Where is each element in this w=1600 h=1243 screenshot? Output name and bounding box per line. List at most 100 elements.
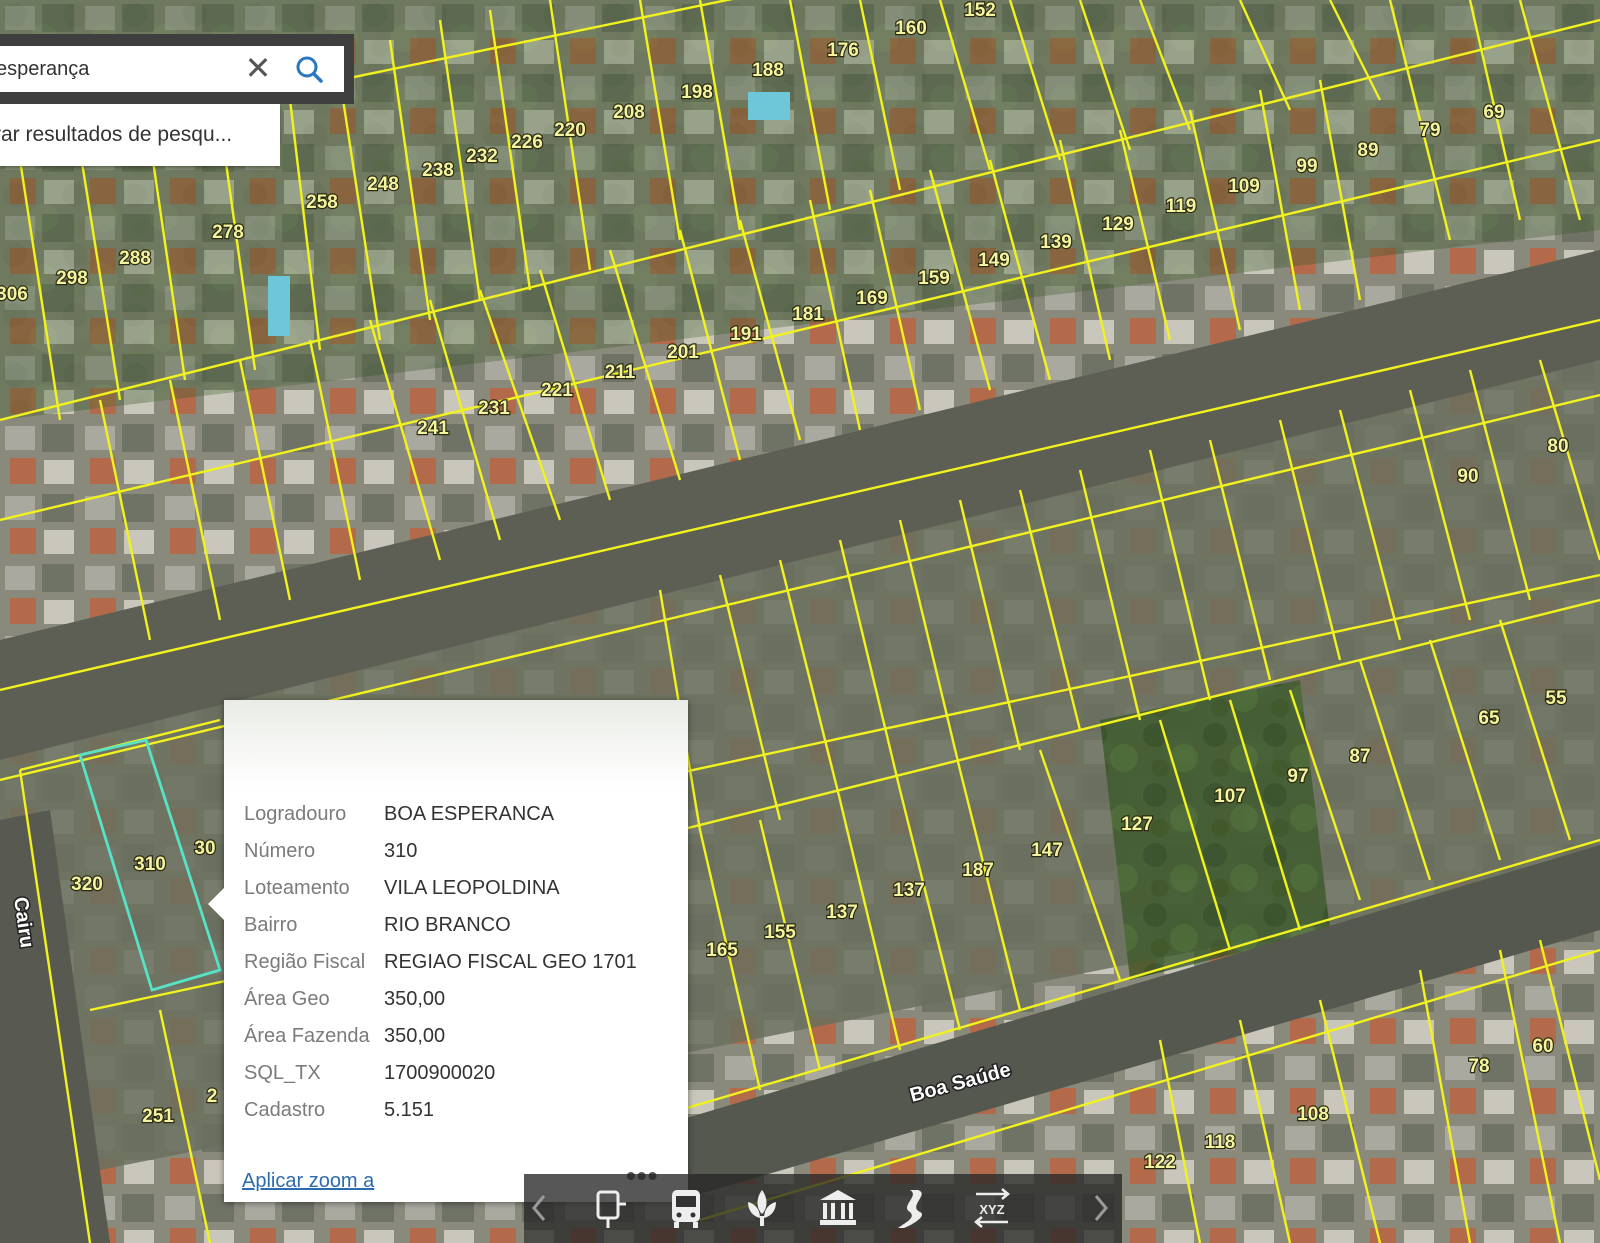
lot-number-label: 2 xyxy=(207,1086,218,1107)
attribute-row: Cadastro 5.151 xyxy=(244,1092,637,1129)
attribute-label: SQL_TX xyxy=(244,1062,321,1084)
lot-number-label: 191 xyxy=(730,324,762,345)
attribute-value: RIO BRANCO xyxy=(384,914,511,936)
lot-number-label: 80 xyxy=(1547,436,1568,457)
lot-number-label: 149 xyxy=(978,250,1010,271)
lot-number-label: 30 xyxy=(194,838,215,859)
lot-number-label: 187 xyxy=(962,860,994,881)
attribute-label: Área Fazenda xyxy=(244,1025,370,1047)
lot-number-label: 79 xyxy=(1419,120,1440,141)
lot-number-label: 139 xyxy=(1040,232,1072,253)
lot-number-label: 137 xyxy=(826,902,858,923)
lot-number-label: 278 xyxy=(212,222,244,243)
lot-number-label: 221 xyxy=(541,380,573,401)
attribute-row: Área Geo 350,00 xyxy=(244,981,637,1018)
lot-number-label: 118 xyxy=(1205,1132,1236,1153)
clear-search-button[interactable]: ✕ xyxy=(244,52,272,84)
lot-number-label: 298 xyxy=(56,268,88,289)
search-box: ✕ xyxy=(0,46,344,92)
attribute-label: Região Fiscal xyxy=(244,951,366,973)
lot-number-label: 201 xyxy=(667,342,699,363)
lot-number-label: 232 xyxy=(466,146,498,167)
building-icon[interactable] xyxy=(814,1184,862,1232)
xyz-label: XYZ xyxy=(979,1202,1004,1217)
lot-number-label: 137 xyxy=(893,880,925,901)
xyz-icon[interactable]: XYZ xyxy=(968,1184,1016,1232)
lot-number-label: 208 xyxy=(613,102,645,123)
lot-number-label: 226 xyxy=(511,132,543,153)
lot-number-label: 160 xyxy=(895,18,927,39)
lot-number-label: 65 xyxy=(1478,708,1500,729)
popup-header xyxy=(224,700,688,788)
lot-number-label: 310 xyxy=(134,854,166,875)
lot-number-label: 231 xyxy=(478,398,510,419)
attribute-label: Bairro xyxy=(244,914,298,936)
attribute-label: Logradouro xyxy=(244,803,347,825)
attribute-value: 5.151 xyxy=(384,1099,435,1121)
lot-number-label: 69 xyxy=(1483,102,1504,123)
lot-number-label: 87 xyxy=(1349,746,1370,767)
bus-icon[interactable] xyxy=(662,1184,710,1232)
attribute-label: Cadastro xyxy=(244,1099,326,1121)
lot-number-label: 60 xyxy=(1532,1036,1553,1057)
lot-number-label: 188 xyxy=(752,60,784,81)
search-icon xyxy=(296,56,323,83)
lot-number-label: 159 xyxy=(918,268,950,289)
lot-number-label: 122 xyxy=(1144,1152,1176,1173)
attribute-value: BOA ESPERANCA xyxy=(384,803,555,825)
bottom-toolbar: XYZ xyxy=(524,1174,1122,1243)
attribute-row: Número 310 xyxy=(244,833,637,870)
attribute-label: Número xyxy=(244,840,316,862)
lot-number-label: 108 xyxy=(1297,1104,1329,1125)
attribute-value: REGIAO FISCAL GEO 1701 xyxy=(384,951,637,973)
feature-popup: Logradouro BOA ESPERANCA Número 310 Loteamen… xyxy=(208,700,688,1202)
attribute-row: Área Fazenda 350,00 xyxy=(244,1018,637,1055)
attribute-row: Logradouro BOA ESPERANCA xyxy=(244,796,637,833)
search-widget: ✕ xyxy=(0,34,354,104)
lot-number-label: 258 xyxy=(306,192,338,213)
bus-stop-icon[interactable] xyxy=(588,1184,636,1232)
lot-number-label: 99 xyxy=(1296,156,1317,177)
attribute-row: Região Fiscal REGIAO FISCAL GEO 1701 xyxy=(244,944,637,981)
lot-number-label: 107 xyxy=(1214,786,1246,807)
lot-number-label: 220 xyxy=(554,120,586,141)
attribute-value: 350,00 xyxy=(384,1025,446,1047)
lot-number-label: 89 xyxy=(1357,140,1378,161)
lot-number-label: 288 xyxy=(119,248,151,269)
lot-number-label: 181 xyxy=(792,304,824,325)
lot-number-label: 238 xyxy=(422,160,454,181)
chevron-right-icon[interactable] xyxy=(1090,1188,1110,1228)
lot-number-label: 211 xyxy=(605,362,636,383)
attribute-row: SQL_TX 1700900020 xyxy=(244,1055,637,1092)
lot-number-label: 129 xyxy=(1102,214,1134,235)
lot-number-label: 320 xyxy=(71,874,103,895)
search-button[interactable] xyxy=(286,49,338,89)
lot-number-label: 78 xyxy=(1468,1056,1489,1077)
tree-icon[interactable] xyxy=(738,1184,786,1232)
lot-number-label: 152 xyxy=(964,0,996,21)
road-icon[interactable] xyxy=(890,1184,938,1232)
attribute-value: VILA LEOPOLDINA xyxy=(384,877,560,899)
attribute-value: 350,00 xyxy=(384,988,446,1010)
lot-number-label: 55 xyxy=(1545,688,1567,709)
attribute-value: 310 xyxy=(384,840,418,862)
lot-number-label: 109 xyxy=(1228,176,1260,197)
suggestion-text: rar resultados de pesqu... xyxy=(0,123,233,146)
lot-number-label: 241 xyxy=(417,418,449,439)
lot-number-label: 169 xyxy=(856,288,888,309)
lot-number-label: 97 xyxy=(1287,766,1308,787)
lot-number-label: 306 xyxy=(0,284,28,305)
zoom-to-link[interactable]: Aplicar zoom a xyxy=(242,1170,374,1193)
attribute-row: Loteamento VILA LEOPOLDINA xyxy=(244,870,637,907)
chevron-left-icon[interactable] xyxy=(530,1188,550,1228)
search-suggestion[interactable]: rar resultados de pesqu... xyxy=(0,104,280,166)
search-input[interactable] xyxy=(0,47,240,91)
lot-number-label: 90 xyxy=(1457,466,1478,487)
lot-number-label: 155 xyxy=(764,922,796,943)
lot-number-label: 248 xyxy=(367,174,399,195)
lot-number-label: 119 xyxy=(1166,196,1197,217)
attribute-value: 1700900020 xyxy=(384,1062,496,1084)
attribute-table: Logradouro BOA ESPERANCA Número 310 Loteamen… xyxy=(244,796,637,1129)
attribute-row: Bairro RIO BRANCO xyxy=(244,907,637,944)
lot-number-label: 251 xyxy=(142,1106,174,1127)
